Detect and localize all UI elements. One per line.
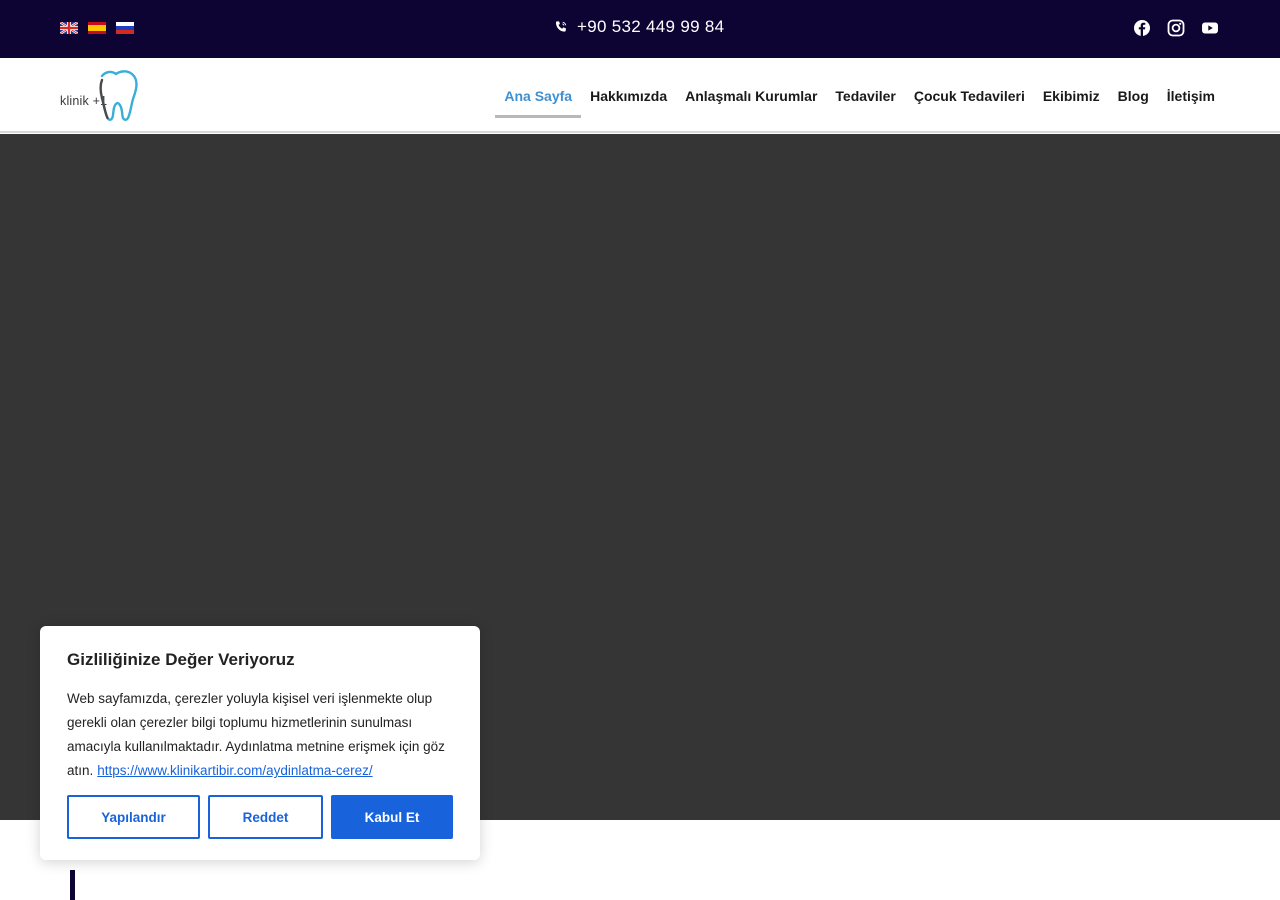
language-switcher bbox=[60, 22, 134, 34]
uk-flag-icon[interactable] bbox=[60, 22, 78, 34]
klinik-logo[interactable]: klinik +1 bbox=[60, 70, 142, 122]
tooth-icon bbox=[99, 70, 138, 121]
nav-item-anlasmali-kurumlar[interactable]: Anlaşmalı Kurumlar bbox=[676, 58, 826, 133]
spain-flag-icon[interactable] bbox=[88, 22, 106, 34]
phone-icon bbox=[555, 21, 567, 32]
accept-button[interactable]: Kabul Et bbox=[331, 795, 453, 839]
nav-item-ana-sayfa[interactable]: Ana Sayfa bbox=[495, 58, 581, 133]
reject-button[interactable]: Reddet bbox=[208, 795, 323, 839]
cookie-consent-banner: Gizliliğinize Değer Veriyoruz Web sayfam… bbox=[40, 626, 480, 860]
phone-number: +90 532 449 99 84 bbox=[577, 17, 725, 36]
nav-item-ekibimiz[interactable]: Ekibimiz bbox=[1034, 58, 1109, 133]
nav-item-blog[interactable]: Blog bbox=[1109, 58, 1158, 133]
nav-item-hakkimizda[interactable]: Hakkımızda bbox=[581, 58, 676, 133]
cookie-text: Web sayfamızda, çerezler yoluyla kişisel… bbox=[67, 687, 453, 783]
russia-flag-icon[interactable] bbox=[116, 22, 134, 34]
section-accent-bar bbox=[70, 870, 75, 900]
social-links bbox=[1133, 19, 1219, 37]
phone-link[interactable]: +90 532 449 99 84 bbox=[554, 17, 724, 37]
site-header: klinik +1 Ana Sayfa Hakkımızda Anlaşmalı… bbox=[0, 58, 1280, 133]
cookie-policy-link[interactable]: https://www.klinikartibir.com/aydinlatma… bbox=[97, 763, 372, 778]
nav-item-tedaviler[interactable]: Tedaviler bbox=[826, 58, 904, 133]
nav-item-iletisim[interactable]: İletişim bbox=[1158, 58, 1224, 133]
instagram-icon[interactable] bbox=[1167, 19, 1185, 37]
cookie-title: Gizliliğinize Değer Veriyoruz bbox=[67, 650, 295, 669]
top-bar: +90 532 449 99 84 bbox=[0, 0, 1280, 58]
configure-button[interactable]: Yapılandır bbox=[67, 795, 200, 839]
cookie-actions: Yapılandır Reddet Kabul Et bbox=[67, 795, 453, 839]
youtube-icon[interactable] bbox=[1201, 19, 1219, 37]
main-nav: Ana Sayfa Hakkımızda Anlaşmalı Kurumlar … bbox=[495, 58, 1224, 133]
nav-item-cocuk-tedavileri[interactable]: Çocuk Tedavileri bbox=[905, 58, 1034, 133]
facebook-icon[interactable] bbox=[1133, 19, 1151, 37]
